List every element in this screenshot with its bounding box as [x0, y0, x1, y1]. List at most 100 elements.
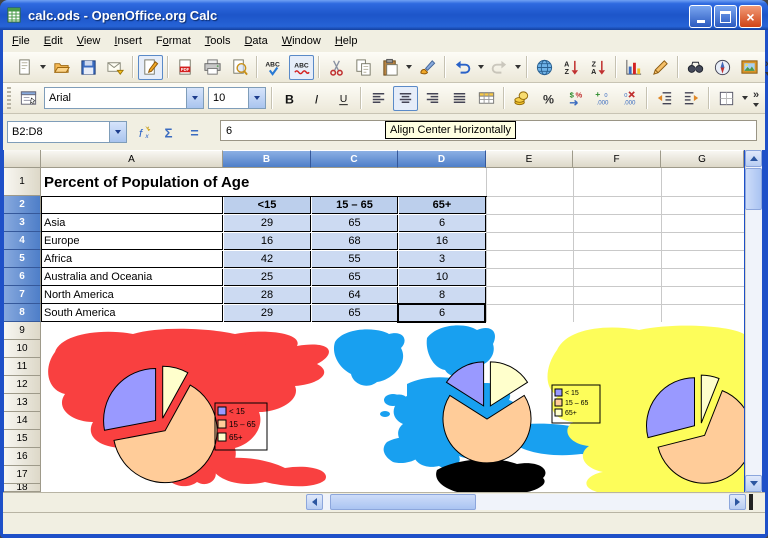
align-center-button[interactable] — [393, 86, 418, 111]
cell-B6[interactable]: 25 — [224, 269, 311, 286]
menu-insert[interactable]: Insert — [107, 32, 149, 50]
row-header-9[interactable]: 9 — [4, 322, 41, 340]
name-box-dropdown[interactable] — [109, 122, 126, 142]
world-map-chart[interactable]: < 1515 – 6565+< 1515 – 6565+ — [41, 322, 744, 492]
merge-cells-button[interactable] — [474, 86, 499, 111]
edit-file-button[interactable] — [138, 55, 163, 80]
decrease-indent-button[interactable] — [652, 86, 677, 111]
cell-C2[interactable]: 15 – 65 — [312, 197, 398, 214]
cut-button[interactable] — [324, 55, 349, 80]
navigator-button[interactable] — [710, 55, 735, 80]
cell-A2[interactable] — [42, 197, 223, 214]
menu-data[interactable]: Data — [237, 32, 274, 50]
row-header-18[interactable]: 18 — [4, 484, 41, 492]
cell-A7[interactable]: North America — [42, 287, 223, 304]
font-name-dropdown[interactable] — [186, 88, 203, 108]
column-header-G[interactable]: G — [661, 150, 744, 168]
cell-B4[interactable]: 16 — [224, 233, 311, 250]
sort-ascending-button[interactable]: AZ — [559, 55, 584, 80]
currency-button[interactable] — [509, 86, 534, 111]
find-replace-button[interactable] — [683, 55, 708, 80]
show-draw-functions-button[interactable] — [648, 55, 673, 80]
borders-button[interactable] — [714, 86, 739, 111]
scroll-down-button[interactable] — [745, 475, 762, 492]
row-header-1[interactable]: 1 — [4, 168, 41, 196]
select-all-corner[interactable] — [4, 150, 41, 168]
sum-button[interactable]: Σ — [157, 121, 179, 143]
insert-chart-button[interactable] — [621, 55, 646, 80]
function-wizard-button[interactable]: fx — [131, 121, 153, 143]
row-header-14[interactable]: 14 — [4, 412, 41, 430]
row-header-15[interactable]: 15 — [4, 430, 41, 448]
delete-decimal-button[interactable]: 0.000 — [617, 86, 642, 111]
copy-button[interactable] — [351, 55, 376, 80]
email-document-button[interactable] — [103, 55, 128, 80]
auto-spellcheck-button[interactable]: ABC — [289, 55, 314, 80]
vertical-scroll-thumb[interactable] — [745, 168, 762, 210]
number-standard-button[interactable]: $% — [563, 86, 588, 111]
spellcheck-button[interactable]: ABC — [262, 55, 287, 80]
scroll-right-button[interactable] — [729, 494, 746, 510]
print-file-button[interactable] — [200, 55, 225, 80]
scroll-up-button[interactable] — [745, 150, 762, 167]
row-header-11[interactable]: 11 — [4, 358, 41, 376]
row-header-17[interactable]: 17 — [4, 466, 41, 484]
column-header-B[interactable]: B — [223, 150, 311, 168]
row-header-2[interactable]: 2 — [4, 196, 41, 214]
open-button[interactable] — [49, 55, 74, 80]
title-bar[interactable]: calc.ods - OpenOffice.org Calc × — [0, 0, 768, 30]
font-size-dropdown[interactable] — [248, 88, 265, 108]
row-header-6[interactable]: 6 — [4, 268, 41, 286]
undo-button[interactable] — [450, 55, 475, 80]
menu-view[interactable]: View — [70, 32, 108, 50]
redo-button[interactable] — [487, 55, 512, 80]
column-header-E[interactable]: E — [486, 150, 573, 168]
scroll-left-button[interactable] — [306, 494, 323, 510]
paste-dropdown[interactable] — [406, 65, 412, 69]
row-header-12[interactable]: 12 — [4, 376, 41, 394]
menu-file[interactable]: File — [5, 32, 37, 50]
column-header-A[interactable]: A — [41, 150, 223, 168]
undo-dropdown[interactable] — [478, 65, 484, 69]
cell-B3[interactable]: 29 — [224, 215, 311, 232]
cell-A6[interactable]: Australia and Oceania — [42, 269, 223, 286]
styles-window-button[interactable] — [16, 86, 41, 111]
menu-edit[interactable]: Edit — [37, 32, 70, 50]
borders-dropdown[interactable] — [742, 96, 748, 100]
gallery-button[interactable] — [737, 55, 762, 80]
cell-C7[interactable]: 64 — [312, 287, 398, 304]
active-cell-D8[interactable] — [397, 303, 486, 323]
menu-window[interactable]: Window — [275, 32, 328, 50]
row-header-16[interactable]: 16 — [4, 448, 41, 466]
cell-C4[interactable]: 68 — [312, 233, 398, 250]
new-document-dropdown[interactable] — [40, 65, 46, 69]
cell-B5[interactable]: 42 — [224, 251, 311, 268]
page-preview-button[interactable] — [227, 55, 252, 80]
cell-B8[interactable]: 29 — [224, 305, 311, 322]
row-header-5[interactable]: 5 — [4, 250, 41, 268]
export-pdf-button[interactable]: PDF — [173, 55, 198, 80]
row-header-3[interactable]: 3 — [4, 214, 41, 232]
cell-C5[interactable]: 55 — [312, 251, 398, 268]
cell-C8[interactable]: 65 — [312, 305, 398, 322]
add-decimal-button[interactable]: +0.000 — [590, 86, 615, 111]
redo-dropdown[interactable] — [515, 65, 521, 69]
sheet-split-handle[interactable] — [749, 494, 753, 510]
new-document-button[interactable] — [12, 55, 37, 80]
font-name-combo[interactable]: Arial — [44, 87, 204, 109]
percent-button[interactable]: % — [536, 86, 561, 111]
align-right-button[interactable] — [420, 86, 445, 111]
underline-button[interactable]: U — [331, 86, 356, 111]
horizontal-scroll-thumb[interactable] — [330, 494, 476, 510]
cell-D3[interactable]: 6 — [399, 215, 486, 232]
sort-descending-button[interactable]: ZA — [586, 55, 611, 80]
row-header-4[interactable]: 4 — [4, 232, 41, 250]
toolbar-grip[interactable] — [7, 87, 11, 109]
cell-D7[interactable]: 8 — [399, 287, 486, 304]
font-size-combo[interactable]: 10 — [208, 87, 266, 109]
row-header-7[interactable]: 7 — [4, 286, 41, 304]
cell-B2[interactable]: <15 — [224, 197, 311, 214]
name-box[interactable]: B2:D8 — [7, 121, 127, 143]
cell-A1[interactable]: Percent of Population of Age — [44, 170, 544, 194]
toolbar-overflow-button[interactable]: » — [751, 89, 761, 107]
